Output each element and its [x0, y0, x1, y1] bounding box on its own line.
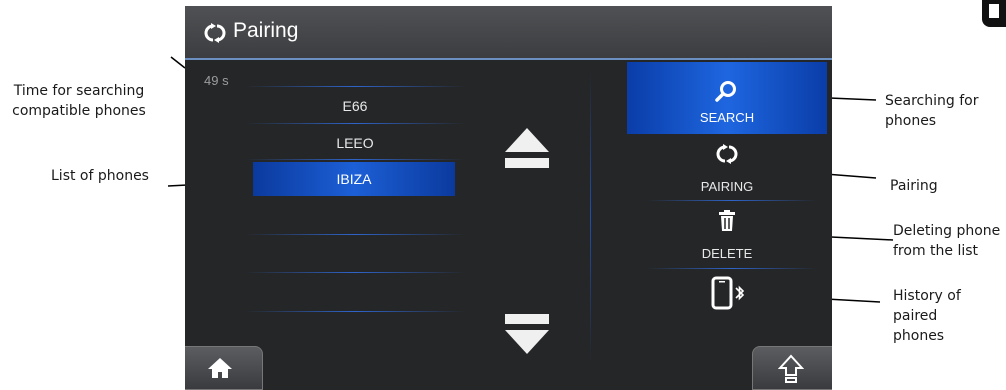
scroll-down-button[interactable]: [503, 312, 551, 360]
pairing-icon: [204, 23, 226, 43]
list-separator: [245, 123, 465, 124]
list-separator: [245, 86, 465, 87]
delete-button[interactable]: DELETE: [627, 204, 827, 261]
action-separator: [647, 200, 817, 201]
phone-bluetooth-icon: [711, 276, 745, 310]
paired-history-button[interactable]: [627, 272, 827, 314]
phone-list-item-selected[interactable]: IBIZA: [253, 162, 455, 196]
annotation-time-searching: Time for searching compatible phones: [12, 83, 146, 119]
annotation-searching-for-phones: Searching for phones: [885, 93, 979, 129]
pairing-screen: Pairing 49 s E66 LEEO IBIZA SEARCH PAIRI…: [185, 6, 832, 390]
annotation-pairing: Pairing: [890, 178, 938, 194]
up-arrow-icon: [778, 354, 804, 383]
pairing-icon: [716, 144, 738, 164]
list-separator: [245, 311, 465, 312]
search-timer: 49 s: [204, 73, 229, 88]
vertical-divider: [590, 72, 591, 362]
scroll-up-button[interactable]: [503, 124, 551, 172]
pairing-label: PAIRING: [700, 179, 754, 194]
back-button[interactable]: [752, 346, 832, 390]
annotation-deleting-phone: Deleting phone from the list: [893, 223, 1001, 259]
page-corner-tab: [982, 0, 1006, 27]
title-bar: Pairing: [185, 6, 832, 60]
pairing-button[interactable]: PAIRING: [627, 138, 827, 194]
delete-label: DELETE: [701, 246, 753, 261]
home-icon: [208, 358, 232, 378]
trash-icon: [719, 210, 735, 231]
list-separator: [245, 272, 465, 273]
phone-list-item[interactable]: E66: [252, 93, 458, 119]
search-icon: [715, 81, 736, 102]
list-separator: [245, 234, 465, 235]
list-separator: [245, 159, 465, 160]
up-arrow-icon: [505, 128, 549, 152]
annotation-history: History of paired phones: [893, 288, 961, 344]
search-label: SEARCH: [699, 110, 755, 125]
home-button[interactable]: [185, 346, 263, 390]
search-button[interactable]: SEARCH: [627, 62, 827, 134]
annotation-list-of-phones: List of phones: [51, 168, 149, 184]
down-arrow-icon: [505, 330, 549, 354]
page-title: Pairing: [233, 19, 299, 42]
phone-list-item[interactable]: LEEO: [252, 130, 458, 156]
action-separator: [647, 268, 817, 269]
